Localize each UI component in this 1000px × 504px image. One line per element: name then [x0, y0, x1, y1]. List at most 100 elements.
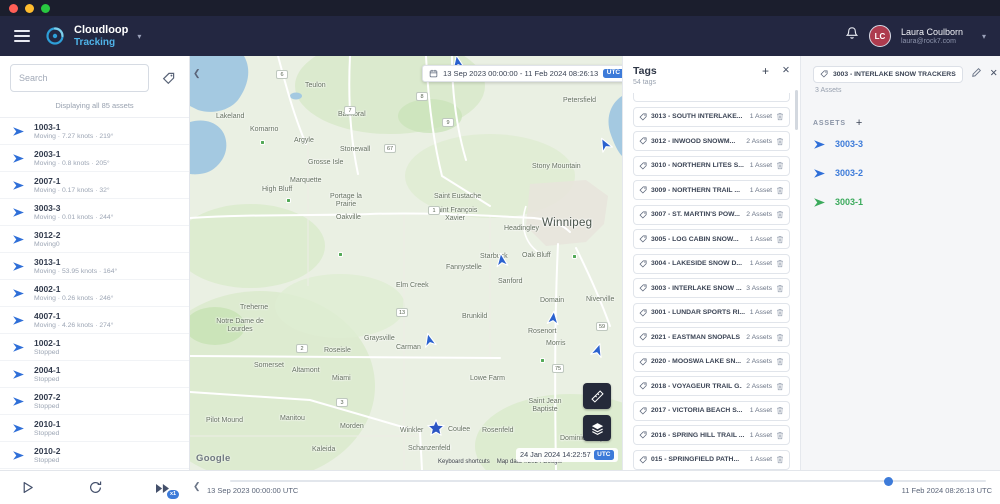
- trash-icon[interactable]: [776, 186, 784, 195]
- brand-name: Cloudloop: [74, 24, 129, 37]
- asset-list-item[interactable]: 2004-1 Stopped: [0, 361, 189, 388]
- window-minimize-button[interactable]: [25, 3, 34, 13]
- asset-list-item[interactable]: 1003-1 Moving · 7.27 knots · 219°: [0, 118, 189, 145]
- tag-icon: [639, 308, 647, 316]
- tag-row[interactable]: 3012 - INWOOD SNOWM... 2 Assets: [633, 131, 790, 151]
- tag-list: 3013 - SOUTH INTERLAKE... 1 Asset 3012 - …: [633, 93, 790, 470]
- map-place-label: Elm Creek: [396, 282, 429, 289]
- tag-asset-item[interactable]: 3003-1: [813, 188, 998, 216]
- date-range-picker[interactable]: 13 Sep 2023 00:00:00 - 11 Feb 2024 08:26…: [422, 65, 622, 82]
- map-place-label: Lowe Farm: [470, 375, 506, 382]
- sidebar-collapse-icon[interactable]: ❮: [193, 68, 201, 79]
- close-tags-panel-button[interactable]: ✕: [782, 66, 790, 76]
- tag-row[interactable]: 3009 - NORTHERN TRAIL ... 1 Asset: [633, 180, 790, 200]
- trash-icon[interactable]: [776, 431, 784, 440]
- filter-tag-icon[interactable]: [157, 67, 179, 89]
- trash-icon[interactable]: [776, 357, 784, 366]
- trash-icon[interactable]: [776, 235, 784, 244]
- cloudloop-logo-icon[interactable]: [44, 25, 66, 47]
- asset-list-item[interactable]: 3013-1 Moving · 53.95 knots · 164°: [0, 253, 189, 280]
- trash-icon[interactable]: [776, 308, 784, 317]
- layers-button[interactable]: [583, 415, 611, 441]
- notifications-bell-icon[interactable]: [845, 26, 859, 46]
- add-tag-button[interactable]: +: [762, 65, 769, 77]
- replay-button[interactable]: [88, 480, 103, 500]
- add-asset-to-tag-button[interactable]: +: [856, 118, 862, 129]
- trash-icon[interactable]: [776, 333, 784, 342]
- trash-icon[interactable]: [776, 284, 784, 293]
- tag-row[interactable]: 3007 - ST. MARTIN'S POW... 2 Assets: [633, 204, 790, 225]
- playback-speed-badge[interactable]: x1: [167, 490, 180, 499]
- tag-row[interactable]: 2017 - VICTORIA BEACH S... 1 Asset: [633, 400, 790, 421]
- trash-icon[interactable]: [776, 112, 784, 121]
- brand-block[interactable]: Cloudloop Tracking: [74, 24, 128, 48]
- map-place-label: Sanford: [498, 278, 523, 285]
- timeline-handle[interactable]: [884, 476, 893, 486]
- tag-asset-item[interactable]: 3003-3: [813, 130, 998, 158]
- pencil-icon: [971, 67, 981, 77]
- window-zoom-button[interactable]: [41, 3, 50, 13]
- asset-arrow-icon: [814, 168, 825, 178]
- tag-row[interactable]: 3003 - INTERLAKE SNOW ... 3 Assets: [633, 278, 790, 298]
- asset-list-item[interactable]: 2010-2 Stopped: [0, 442, 189, 469]
- search-input[interactable]: [10, 64, 149, 92]
- map-place-label: Carman: [396, 344, 421, 351]
- scrollbar-thumb[interactable]: [795, 90, 798, 130]
- chevron-down-icon[interactable]: ▾: [982, 32, 986, 41]
- map-place-label: Manitou: [280, 415, 305, 422]
- selected-tag-chip[interactable]: 3003 - INTERLAKE SNOW TRACKERS: [813, 65, 963, 83]
- asset-list-item[interactable]: 4007-1 Moving · 4.26 knots · 274°: [0, 307, 189, 334]
- highway-shield: 9: [442, 118, 454, 127]
- asset-marker-arrow[interactable]: [544, 309, 562, 332]
- tag-label: 3004 - LAKESIDE SNOW D...: [651, 260, 743, 267]
- asset-list-item[interactable]: 2010-1 Stopped: [0, 415, 189, 442]
- highway-shield: 8: [416, 92, 428, 101]
- avatar[interactable]: LC: [868, 25, 891, 47]
- tag-row[interactable]: 3013 - SOUTH INTERLAKE... 1 Asset: [633, 106, 790, 127]
- trash-icon[interactable]: [776, 210, 784, 219]
- asset-marker-arrow[interactable]: [493, 251, 512, 274]
- asset-marker-star[interactable]: [426, 418, 446, 443]
- keyboard-shortcuts-link[interactable]: Keyboard shortcuts: [438, 459, 490, 465]
- trash-icon[interactable]: [776, 161, 784, 170]
- tag-row[interactable]: 015 - SPRINGFIELD PATH... 1 Asset: [633, 449, 790, 470]
- timeline-track[interactable]: [230, 480, 986, 482]
- asset-list-item[interactable]: 2003-1 Moving · 0.8 knots · 205°: [0, 145, 189, 172]
- tag-row[interactable]: 2016 - SPRING HILL TRAIL ... 1 Asset: [633, 425, 790, 445]
- asset-list-item[interactable]: 2007-1 Moving · 0.17 knots · 32°: [0, 172, 189, 199]
- trash-icon[interactable]: [776, 406, 784, 415]
- trash-icon[interactable]: [776, 259, 784, 268]
- tag-row[interactable]: 2020 - MOOSWA LAKE SN... 2 Assets: [633, 351, 790, 372]
- asset-list-item[interactable]: 2007-2 Stopped: [0, 388, 189, 415]
- asset-list-item[interactable]: 3003-3 Moving · 0.01 knots · 244°: [0, 199, 189, 226]
- trash-icon[interactable]: [776, 137, 784, 146]
- measure-icon: [590, 389, 604, 403]
- asset-arrow-icon: [13, 315, 24, 325]
- tag-row[interactable]: 2021 - EASTMAN SNOPALS 2 Assets: [633, 327, 790, 347]
- collapse-playback-bar-icon[interactable]: ❮: [193, 481, 201, 492]
- asset-list-item[interactable]: 3012-2 Moving0: [0, 226, 189, 253]
- window-close-button[interactable]: [9, 3, 18, 13]
- highway-shield: 67: [384, 144, 396, 153]
- map-canvas[interactable]: Teulon Balmoral Petersfield Lakeland Kom…: [190, 56, 622, 470]
- highway-shield: 6: [276, 70, 288, 79]
- tag-row[interactable]: 3010 - NORTHERN LITES S... 1 Asset: [633, 155, 790, 176]
- asset-list-item[interactable]: 1002-1 Stopped: [0, 334, 189, 361]
- edit-tag-button[interactable]: [971, 65, 982, 83]
- menu-icon[interactable]: [14, 30, 30, 42]
- tag-row[interactable]: 3004 - LAKESIDE SNOW D... 1 Asset: [633, 253, 790, 274]
- trash-icon[interactable]: [776, 455, 784, 464]
- trash-icon[interactable]: [776, 382, 784, 391]
- tag-row[interactable]: 2018 - VOYAGEUR TRAIL G... 2 Assets: [633, 376, 790, 396]
- tag-row[interactable]: 3005 - LOG CABIN SNOW... 1 Asset: [633, 229, 790, 249]
- close-detail-panel-button[interactable]: ✕: [990, 69, 998, 79]
- tag-asset-item[interactable]: 3003-2: [813, 159, 998, 187]
- chevron-down-icon[interactable]: ▾: [137, 32, 141, 41]
- tag-row[interactable]: 3001 - LUNDAR SPORTS RI... 1 Asset: [633, 302, 790, 323]
- measure-tool-button[interactable]: [583, 383, 611, 409]
- play-button[interactable]: [20, 480, 35, 500]
- user-block[interactable]: Laura Coulborn laura@rock7.com: [901, 27, 963, 45]
- tag-label: 2016 - SPRING HILL TRAIL ...: [651, 431, 745, 439]
- asset-list-item[interactable]: 4002-1 Moving · 0.26 knots · 246°: [0, 280, 189, 307]
- tag-row-partial[interactable]: [633, 93, 790, 102]
